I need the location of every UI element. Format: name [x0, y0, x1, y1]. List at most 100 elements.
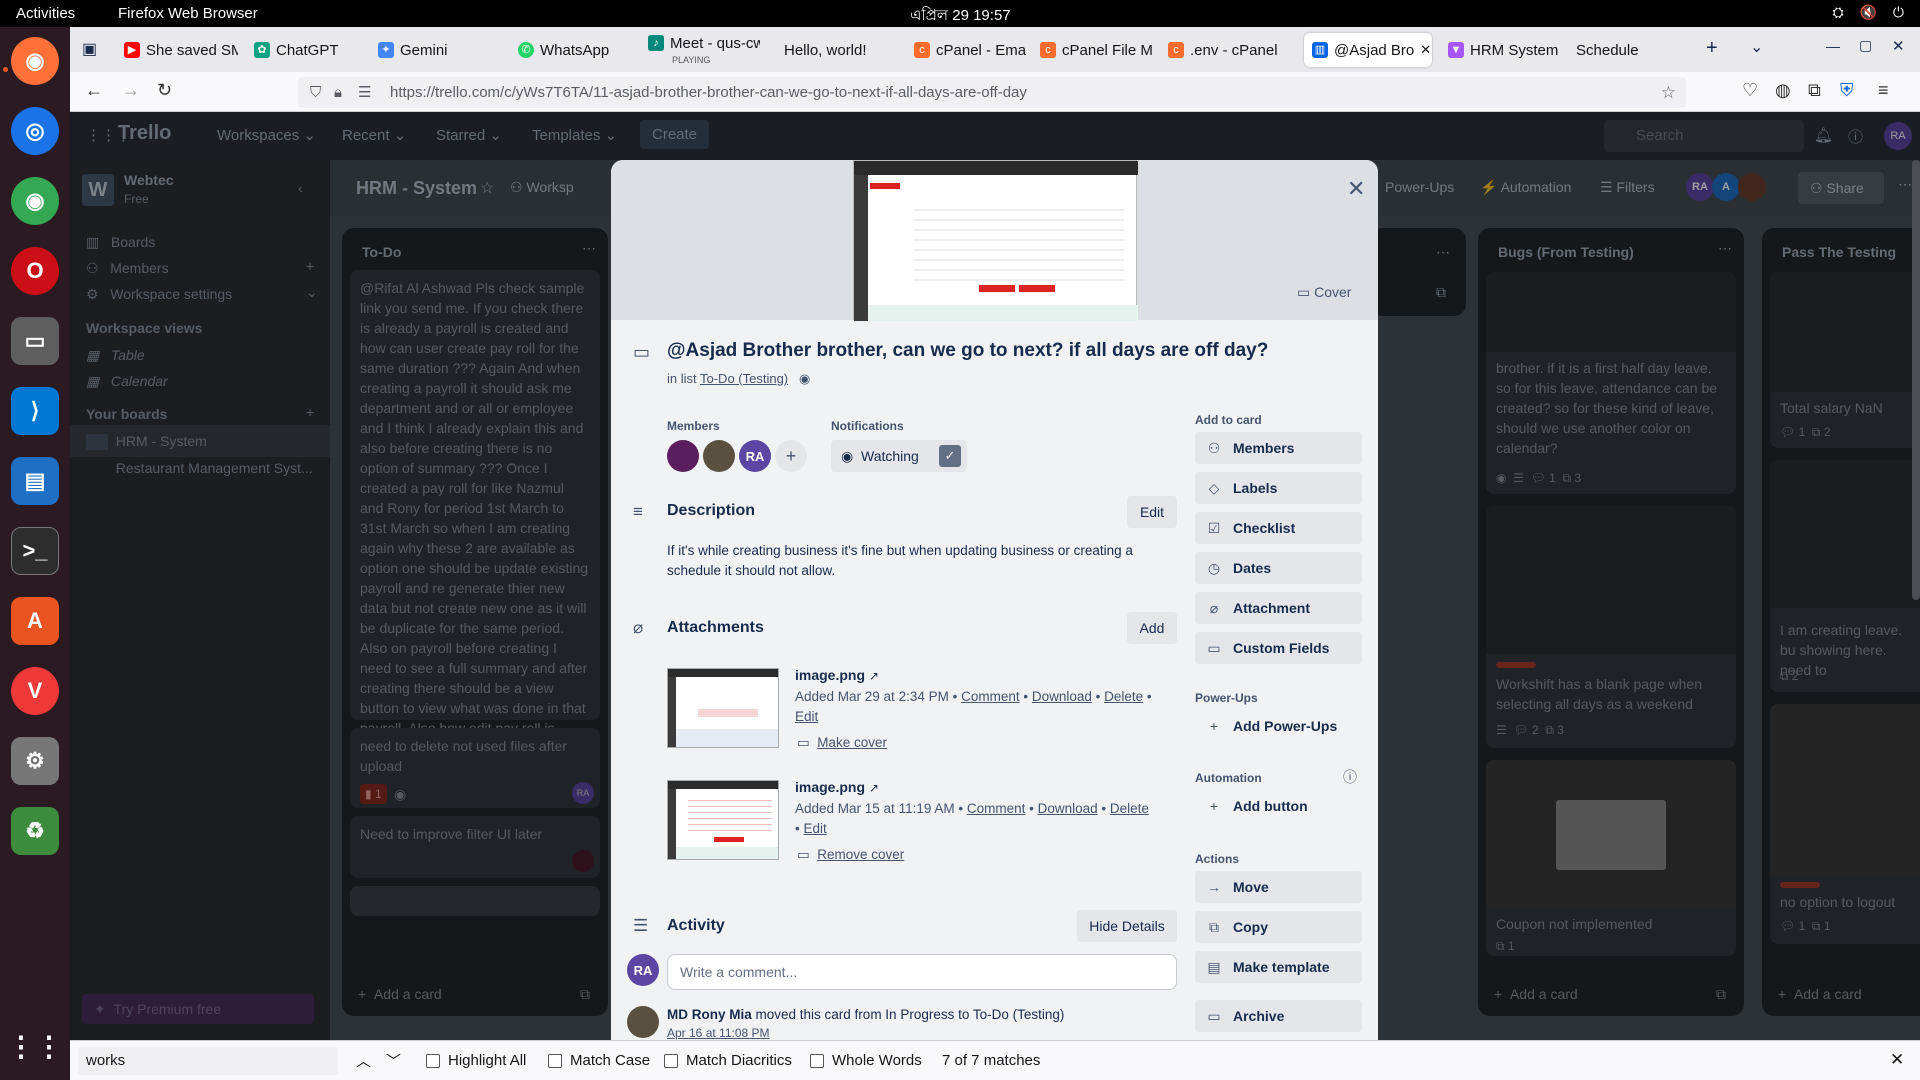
list-link[interactable]: To-Do (Testing) [700, 371, 788, 386]
pocket-icon[interactable]: ♡ [1742, 80, 1758, 101]
forward-icon[interactable]: → [122, 80, 140, 101]
remove-cover-button[interactable]: ▭ Remove cover [797, 847, 904, 863]
comment-input[interactable]: Write a comment... [667, 954, 1177, 990]
member-avatar[interactable]: RA [739, 440, 771, 472]
tab-chatgpt[interactable]: ✿ ChatGPT [246, 33, 362, 67]
watch-button[interactable]: ◉ Watching ✓ [831, 440, 967, 472]
show-apps-icon[interactable]: ⋮⋮ [7, 1022, 63, 1070]
reload-icon[interactable]: ↻ [157, 80, 172, 101]
add-member-icon[interactable]: + [775, 440, 807, 472]
match-diacritics-checkbox[interactable]: Match Diacritics [664, 1052, 792, 1069]
member-avatar[interactable] [703, 440, 735, 472]
tab-overview-icon[interactable]: ▣ [82, 39, 97, 59]
trash-icon[interactable]: ♻ [11, 807, 59, 855]
firefox-icon[interactable]: ◉ [11, 37, 59, 85]
card-title[interactable]: @Asjad Brother brother, can we go to nex… [667, 340, 1268, 362]
system-tray-icons[interactable]: ⛭ 🔇 ⏻ [1833, 4, 1911, 21]
custom-fields-button[interactable]: ▭ Custom Fields [1195, 632, 1362, 664]
files-icon[interactable]: ▭ [11, 317, 59, 365]
external-link-icon[interactable]: ↗ [869, 669, 879, 683]
tab-trello-active[interactable]: ▥ @Asjad Bro ✕ [1304, 33, 1432, 67]
add-power-ups-button[interactable]: + Add Power-Ups [1195, 710, 1362, 742]
find-next-icon[interactable]: ﹀ [386, 1050, 401, 1071]
match-case-checkbox[interactable]: Match Case [548, 1052, 650, 1069]
make-cover-button[interactable]: ▭ Make cover [797, 735, 887, 751]
edit-description-button[interactable]: Edit [1127, 496, 1177, 528]
add-attachment-button[interactable]: Add [1127, 612, 1177, 644]
whole-words-checkbox[interactable]: Whole Words [810, 1052, 922, 1069]
settings-icon[interactable]: ⚙ [11, 737, 59, 785]
download-link[interactable]: Download [1032, 689, 1092, 704]
tab-gemini[interactable]: ✦ Gemini [370, 33, 490, 67]
add-button-button[interactable]: + Add button [1195, 790, 1362, 822]
checklist-button[interactable]: ☑ Checklist [1195, 512, 1362, 544]
app-center-icon[interactable]: A [11, 597, 59, 645]
attachment-button[interactable]: ⌀ Attachment [1195, 592, 1362, 624]
clock[interactable]: এপ্রিল 29 19:57 [910, 4, 1110, 29]
activities-button[interactable]: Activities [16, 5, 75, 22]
activity-user-name[interactable]: MD Rony Mia [667, 1007, 752, 1022]
maximize-icon[interactable]: ▢ [1859, 37, 1872, 54]
find-input[interactable]: works [78, 1047, 338, 1075]
chrome-icon[interactable]: ◉ [11, 177, 59, 225]
close-icon[interactable]: ✕ [1347, 176, 1365, 202]
edit-link[interactable]: Edit [803, 821, 826, 836]
member-avatar[interactable] [667, 440, 699, 472]
tab-list-icon[interactable]: ⌄ [1750, 37, 1763, 57]
tab-meet[interactable]: ♪ Meet - qus-cw PLAYING [640, 33, 760, 67]
bookmark-star-icon[interactable]: ☆ [1661, 77, 1676, 108]
archive-button[interactable]: ▭ Archive [1195, 1000, 1362, 1032]
highlight-all-checkbox[interactable]: Highlight All [426, 1052, 526, 1069]
extensions-icon[interactable]: ⧉ [1808, 80, 1821, 101]
account-icon[interactable]: ◍ [1775, 80, 1791, 101]
lock-icon[interactable]: 🔒︎ [334, 77, 342, 108]
back-icon[interactable]: ← [85, 80, 103, 101]
move-button[interactable]: → Move [1195, 871, 1362, 903]
tab-schedule[interactable]: Schedule [1568, 33, 1678, 67]
writer-icon[interactable]: ▤ [11, 457, 59, 505]
vivaldi-icon[interactable]: V [11, 667, 59, 715]
hide-details-button[interactable]: Hide Details [1077, 910, 1177, 942]
dates-button[interactable]: ◷ Dates [1195, 552, 1362, 584]
delete-link[interactable]: Delete [1104, 689, 1143, 704]
attachment-name[interactable]: image.png ↗ [795, 667, 879, 683]
tab-cpanel-file[interactable]: c cPanel File M [1032, 33, 1152, 67]
shield-icon[interactable]: ⛉ [310, 77, 321, 108]
menu-icon[interactable]: ≡ [1878, 80, 1889, 101]
vscode-icon[interactable]: ⟩ [11, 387, 59, 435]
labels-button[interactable]: ◇ Labels [1195, 472, 1362, 504]
description-text[interactable]: If it's while creating business it's fin… [667, 541, 1167, 581]
external-link-icon[interactable]: ↗ [869, 781, 879, 795]
tab-youtube[interactable]: ▶ She saved SM [116, 33, 238, 67]
chromium-icon[interactable]: ◎ [11, 107, 59, 155]
info-icon[interactable]: ⓘ [1343, 767, 1357, 787]
minimize-icon[interactable]: — [1826, 38, 1840, 54]
comment-link[interactable]: Comment [961, 689, 1020, 704]
tab-cpanel-env[interactable]: c .env - cPanel [1160, 33, 1280, 67]
attachment-name[interactable]: image.png ↗ [795, 779, 879, 795]
opera-icon[interactable]: O [11, 247, 59, 295]
edit-link[interactable]: Edit [795, 709, 818, 724]
new-tab-icon[interactable]: + [1706, 37, 1718, 60]
active-app-name[interactable]: Firefox Web Browser [118, 5, 258, 22]
close-tab-icon[interactable]: ✕ [1420, 42, 1431, 58]
shield-extension-icon[interactable]: ⛨ [1840, 80, 1854, 101]
attachment-thumbnail[interactable] [667, 668, 779, 748]
find-previous-icon[interactable]: ︿ [356, 1050, 371, 1071]
copy-button[interactable]: ⧉ Copy [1195, 911, 1362, 943]
permissions-icon[interactable]: ☰ [358, 77, 371, 108]
download-link[interactable]: Download [1038, 801, 1098, 816]
delete-link[interactable]: Delete [1110, 801, 1149, 816]
close-window-icon[interactable]: ✕ [1892, 37, 1905, 55]
url-bar[interactable]: ⛉ 🔒︎ ☰ https://trello.com/c/yWs7T6TA/11-… [298, 77, 1686, 108]
members-button[interactable]: ⚇ Members [1195, 432, 1362, 464]
tab-cpanel-email[interactable]: c cPanel - Emai [906, 33, 1026, 67]
close-find-bar-icon[interactable]: ✕ [1890, 1050, 1904, 1070]
tab-hello-world[interactable]: Hello, world! [776, 33, 896, 67]
comment-link[interactable]: Comment [967, 801, 1026, 816]
activity-date[interactable]: Apr 16 at 11:08 PM [667, 1026, 770, 1040]
terminal-icon[interactable]: >_ [11, 527, 59, 575]
cover-button[interactable]: ▭ Cover [1297, 284, 1351, 301]
tab-hrm-system[interactable]: ▼ HRM System [1440, 33, 1560, 67]
attachment-thumbnail[interactable] [667, 780, 779, 860]
